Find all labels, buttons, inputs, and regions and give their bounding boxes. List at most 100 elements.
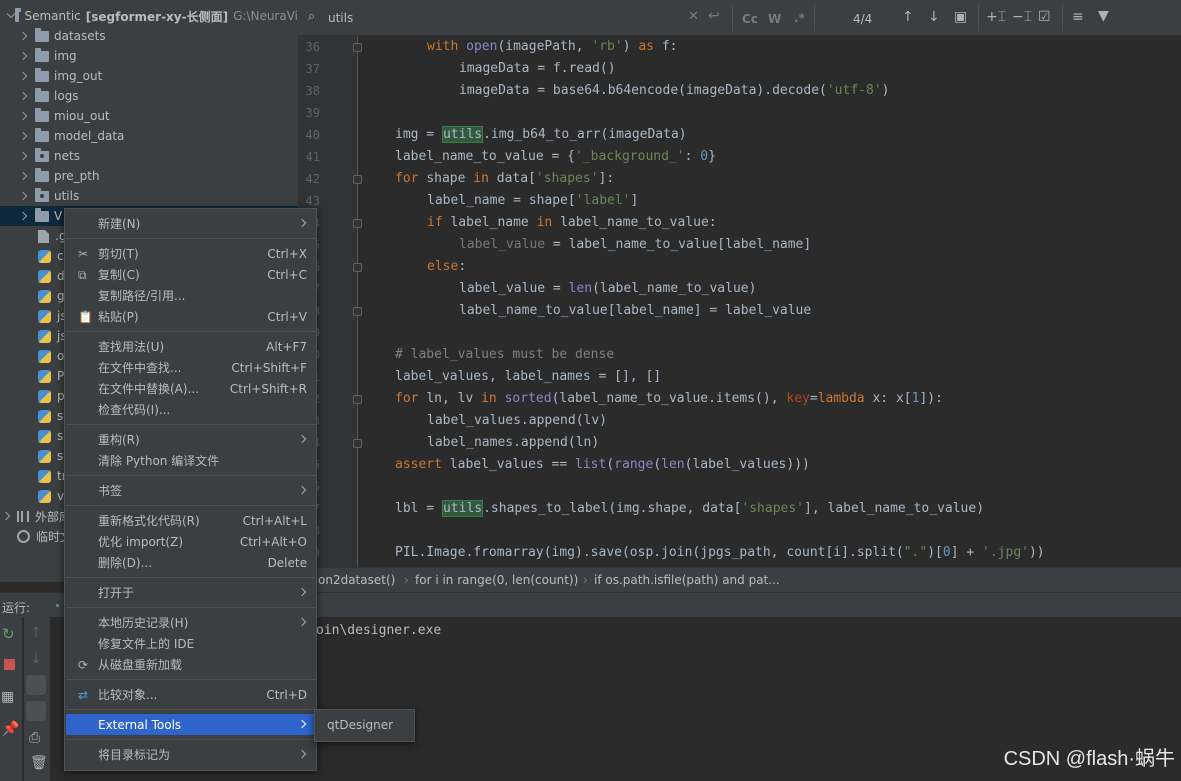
arrow-down-icon[interactable]: ↓ [928,9,940,25]
chevron-down-icon[interactable] [6,11,9,21]
menu-item[interactable]: External Tools [66,714,317,735]
menu-item[interactable]: 新建(N) [66,213,317,234]
arrow-down-icon[interactable]: ↓ [30,651,42,667]
code-line[interactable]: 55assert label_values == list(range(len(… [298,454,1181,476]
tree-folder[interactable]: miou_out [0,106,298,126]
fold-marker-icon[interactable] [353,219,362,228]
code-line[interactable]: 49 [298,322,1181,344]
tree-root[interactable]: Semantic [segformer-xy-长侧面] G:\NeuraVi [0,6,298,26]
pin-icon[interactable]: 📌 [2,721,19,737]
chevron-right-icon[interactable] [19,111,29,121]
chevron-right-icon[interactable] [19,51,29,61]
breadcrumb-item[interactable]: for i in range(0, len(count)) [415,573,578,587]
fold-marker-icon[interactable] [353,439,362,448]
arrow-up-icon[interactable]: ↑ [902,9,914,25]
clear-search-icon[interactable]: ✕ [688,9,699,24]
remove-occurrence-icon[interactable]: −⌶ [1012,9,1032,25]
code-line[interactable]: 38 imageData = base64.b64encode(imageData… [298,80,1181,102]
menu-item[interactable]: 将目录标记为 [66,744,317,765]
chevron-right-icon[interactable] [19,71,29,81]
menu-item[interactable]: ✂ 剪切(T) Ctrl+X [66,243,317,264]
code-editor[interactable]: 36 with open(imagePath, 'rb') as f: 37 imag… [298,36,1181,567]
chevron-right-icon[interactable] [19,151,29,161]
stop-icon[interactable] [4,659,15,670]
search-icon[interactable]: ⌕ [308,9,315,24]
tree-folder[interactable]: nets [0,146,298,166]
breadcrumb-item[interactable]: on2dataset() [318,573,395,587]
menu-item[interactable]: ⇄ 比较对象... Ctrl+D [66,684,317,705]
chevron-right-icon[interactable] [19,31,29,41]
chevron-right-icon[interactable] [19,91,29,101]
menu-item[interactable]: ⟳ 从磁盘重新加载 [66,654,317,675]
menu-item[interactable]: 修复文件上的 IDE [66,633,317,654]
fold-marker-icon[interactable] [353,263,362,272]
code-line[interactable]: 47label_value = len(label_name_to_value) [298,278,1181,300]
search-input[interactable]: utils [328,11,353,25]
code-line[interactable]: 46else: [298,256,1181,278]
menu-item[interactable]: 查找用法(U) Alt+F7 [66,336,317,357]
code-line[interactable]: 51label_values, label_names = [], [] [298,366,1181,388]
fold-marker-icon[interactable] [353,43,362,52]
code-line[interactable]: 42 for shape in data['shapes']: [298,168,1181,190]
trash-icon[interactable]: 🗑 [30,755,48,771]
code-line[interactable]: 58 [298,520,1181,542]
code-line[interactable]: 50# label_values must be dense [298,344,1181,366]
new-line-icon[interactable]: ↩ [708,8,720,24]
code-line[interactable]: 41 label_name_to_value = {'_background_':… [298,146,1181,168]
code-line[interactable]: 52for ln, lv in sorted(label_name_to_val… [298,388,1181,410]
code-line[interactable]: 43 label_name = shape['label'] [298,190,1181,212]
chevron-right-icon[interactable] [19,191,29,201]
menu-item-qtdesigner[interactable]: qtDesigner [327,718,393,732]
menu-item[interactable]: 优化 import(Z) Ctrl+Alt+O [66,531,317,552]
match-case-toggle[interactable]: Cc [742,12,758,26]
add-occurrence-icon[interactable]: +⌶ [986,9,1006,25]
menu-item[interactable]: 打开于 [66,582,317,603]
breadcrumb-item[interactable]: if os.path.isfile(path) and pat... [594,573,780,587]
whole-words-toggle[interactable]: W [768,12,781,26]
tree-folder[interactable]: img_out [0,66,298,86]
menu-item[interactable]: 删除(D)... Delete [66,552,317,573]
menu-item[interactable]: 重新格式化代码(R) Ctrl+Alt+L [66,510,317,531]
print-icon[interactable]: ⎙ [29,730,40,746]
chevron-right-icon[interactable] [19,131,29,141]
tree-folder[interactable]: pre_pth [0,166,298,186]
soft-wrap-icon[interactable] [26,675,46,695]
menu-item[interactable]: 重构(R) [66,429,317,450]
menu-item[interactable]: 检查代码(I)... [66,399,317,420]
code-line[interactable]: 54label_names.append(ln) [298,432,1181,454]
menu-item[interactable]: 📋 粘贴(P) Ctrl+V [66,306,317,327]
filter-icon[interactable]: ▼ [1098,8,1109,24]
menu-item[interactable]: 书签 [66,480,317,501]
rerun-icon[interactable]: ↻ [2,625,15,643]
tree-folder[interactable]: model_data [0,126,298,146]
code-line[interactable]: 59PIL.Image.fromarray(img).save(osp.join… [298,542,1181,564]
tree-folder[interactable]: utils [0,186,298,206]
tree-folder[interactable]: datasets [0,26,298,46]
code-line[interactable]: 36 with open(imagePath, 'rb') as f: [298,36,1181,58]
chevron-right-icon[interactable] [2,511,12,521]
code-line[interactable]: 53label_values.append(lv) [298,410,1181,432]
code-line[interactable]: 45label_value = label_name_to_value[labe… [298,234,1181,256]
arrow-up-icon[interactable]: ↑ [30,625,42,641]
layout-icon[interactable]: ▦ [1,689,14,705]
select-all-occurrences-icon[interactable]: ☑ [1038,9,1051,25]
regex-toggle[interactable]: .* [794,11,805,25]
menu-item[interactable]: 清除 Python 编译文件 [66,450,317,471]
menu-item[interactable]: ⧉ 复制(C) Ctrl+C [66,264,317,285]
menu-item[interactable]: 在文件中查找... Ctrl+Shift+F [66,357,317,378]
code-line[interactable]: 48label_name_to_value[label_name] = labe… [298,300,1181,322]
tree-folder[interactable]: logs [0,86,298,106]
code-line[interactable]: 40 img = utils.img_b64_to_arr(imageData) [298,124,1181,146]
code-line[interactable]: 37 imageData = f.read() [298,58,1181,80]
select-all-icon[interactable]: ▣ [954,9,967,25]
menu-item[interactable]: 复制路径/引用... [66,285,317,306]
chevron-right-icon[interactable] [19,211,29,221]
list-icon[interactable]: ≡ [1072,9,1084,25]
fold-marker-icon[interactable] [353,307,362,316]
code-line[interactable]: 44if label_name in label_name_to_value: [298,212,1181,234]
code-line[interactable]: 56 [298,476,1181,498]
scroll-to-end-icon[interactable] [26,701,46,721]
menu-item[interactable]: 本地历史记录(H) [66,612,317,633]
menu-item[interactable]: 在文件中替换(A)... Ctrl+Shift+R [66,378,317,399]
fold-marker-icon[interactable] [353,175,362,184]
